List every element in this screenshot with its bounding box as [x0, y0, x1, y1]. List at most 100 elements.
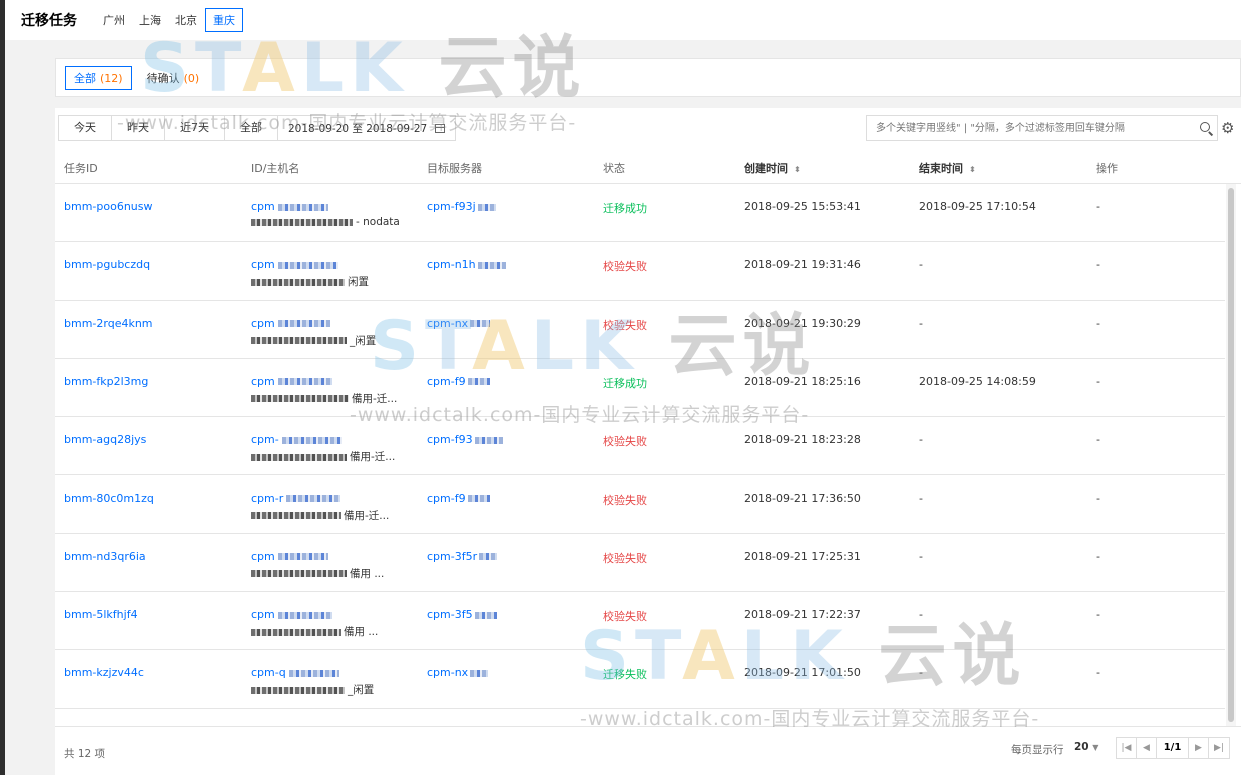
- first-page-icon[interactable]: |◀: [1117, 738, 1137, 758]
- task-id-link[interactable]: bmm-kzjzv44c: [64, 666, 144, 679]
- status-text: 校验失败: [603, 610, 647, 624]
- task-id-link[interactable]: bmm-poo6nusw: [64, 200, 153, 213]
- action-cell: -: [1096, 549, 1100, 563]
- page-title: 迁移任务: [21, 13, 77, 29]
- action-cell: -: [1096, 258, 1100, 272]
- host-name: 備用 ...: [251, 624, 378, 639]
- action-cell: -: [1096, 608, 1100, 622]
- table-scrollbar[interactable]: [1226, 184, 1236, 726]
- host-id-link[interactable]: cpm: [251, 317, 330, 330]
- task-id-link[interactable]: bmm-2rqe4knm: [64, 317, 153, 330]
- host-name: 備用 ...: [251, 566, 384, 581]
- target-server-link[interactable]: cpm-f9: [427, 492, 490, 505]
- redacted-text: [251, 570, 347, 578]
- region-guangzhou[interactable]: 广州: [103, 12, 125, 28]
- redacted-text: [281, 436, 342, 444]
- search-icon[interactable]: [1195, 117, 1217, 139]
- region-chongqing[interactable]: 重庆: [205, 8, 243, 32]
- ended-time: -: [919, 549, 923, 563]
- search-input[interactable]: [867, 117, 1195, 139]
- host-id-link[interactable]: cpm: [251, 550, 328, 563]
- ended-time: 2018-09-25 17:10:54: [919, 200, 1036, 213]
- target-server-link[interactable]: cpm-nx: [427, 317, 491, 330]
- pagination: |◀ ◀ 1/1 ▶ ▶|: [1116, 737, 1230, 759]
- task-id-link[interactable]: bmm-nd3qr6ia: [64, 550, 146, 563]
- tab-pending[interactable]: 待确认 (0): [138, 66, 209, 90]
- redacted-text: [277, 611, 332, 619]
- task-id-link[interactable]: bmm-80c0m1zq: [64, 492, 154, 505]
- redacted-text: [286, 495, 341, 502]
- redacted-text: [251, 395, 349, 403]
- range-yesterday[interactable]: 昨天: [112, 116, 165, 140]
- target-server-link[interactable]: cpm-3f5r: [427, 550, 498, 563]
- status-text: 校验失败: [603, 260, 647, 274]
- host-id-link[interactable]: cpm-r: [251, 492, 341, 505]
- host-id-link[interactable]: cpm-: [251, 433, 342, 446]
- host-id-link[interactable]: cpm: [251, 200, 328, 213]
- prev-page-icon[interactable]: ◀: [1137, 738, 1157, 758]
- calendar-icon: [435, 123, 446, 133]
- task-id-link[interactable]: bmm-5lkfhjf4: [64, 608, 138, 621]
- host-id-link[interactable]: cpm: [251, 608, 332, 621]
- redacted-text: [467, 378, 490, 386]
- sort-icon: ⬍: [794, 165, 801, 174]
- redacted-text: [277, 378, 332, 386]
- task-id-link[interactable]: bmm-agq28jys: [64, 433, 146, 446]
- region-beijing[interactable]: 北京: [175, 12, 197, 28]
- task-id-link[interactable]: bmm-fkp2l3mg: [64, 375, 148, 388]
- redacted-text: [474, 436, 503, 444]
- created-time: 2018-09-21 18:25:16: [744, 374, 861, 388]
- total-count: 共 12 项: [64, 748, 106, 760]
- target-server-link[interactable]: cpm-f93j: [427, 200, 496, 213]
- redacted-text: [479, 553, 498, 561]
- task-id-link[interactable]: bmm-pgubczdq: [64, 258, 150, 271]
- redacted-text: [470, 669, 489, 677]
- date-picker[interactable]: 2018-09-20 至 2018-09-27: [278, 116, 455, 140]
- col-target: 目标服务器: [427, 162, 482, 175]
- table-row: bmm-2rqe4knm cpm _闲置 cpm-nx 校验失败 2018-09-21 1…: [55, 301, 1225, 359]
- created-time: 2018-09-21 17:22:37: [744, 608, 861, 622]
- col-ended-sort[interactable]: 结束时间 ⬍: [919, 160, 976, 176]
- target-server-link[interactable]: cpm-f9: [427, 375, 490, 388]
- host-id-link[interactable]: cpm-q: [251, 666, 339, 679]
- range-all[interactable]: 全部: [225, 116, 278, 140]
- target-server-link[interactable]: cpm-3f5: [427, 608, 497, 621]
- ended-time: -: [919, 608, 923, 622]
- gear-icon[interactable]: ⚙: [1221, 118, 1234, 138]
- ended-time: 2018-09-25 14:08:59: [919, 374, 1036, 388]
- redacted-text: [251, 278, 345, 286]
- table-row: bmm-kzjzv44c cpm-q _闲置 cpm-nx 迁移失败 2018-09-21…: [55, 650, 1225, 709]
- action-cell: -: [1096, 491, 1100, 505]
- target-server-link[interactable]: cpm-n1h: [427, 258, 506, 271]
- next-page-icon[interactable]: ▶: [1189, 738, 1209, 758]
- per-page-select[interactable]: 20 ▼: [1074, 741, 1098, 753]
- tab-pending-count: (0): [183, 71, 200, 85]
- redacted-text: [251, 453, 347, 461]
- range-7days[interactable]: 近7天: [165, 116, 225, 140]
- range-today[interactable]: 今天: [59, 116, 112, 140]
- target-server-link[interactable]: cpm-nx: [427, 666, 489, 679]
- created-time: 2018-09-25 15:53:41: [744, 200, 861, 213]
- host-name: 闲置: [251, 274, 369, 289]
- redacted-text: [474, 611, 497, 619]
- host-id-link[interactable]: cpm: [251, 258, 338, 271]
- tab-all[interactable]: 全部 (12): [65, 65, 132, 90]
- ended-time: -: [919, 316, 923, 330]
- host-id-link[interactable]: cpm: [251, 375, 332, 388]
- scrollbar-thumb[interactable]: [1228, 188, 1234, 722]
- col-created-sort[interactable]: 创建时间 ⬍: [744, 160, 801, 176]
- last-page-icon[interactable]: ▶|: [1209, 738, 1229, 758]
- table-row: bmm-agq28jys cpm- 備用-迁... cpm-f93 校验失败 2018-0…: [55, 417, 1225, 476]
- page-indicator: 1/1: [1157, 738, 1189, 758]
- host-name: 備用-迁...: [251, 449, 395, 464]
- region-shanghai[interactable]: 上海: [139, 12, 161, 28]
- redacted-text: [470, 320, 491, 328]
- target-server-link[interactable]: cpm-f93: [427, 433, 503, 446]
- search-box: [866, 115, 1218, 141]
- created-time: 2018-09-21 19:30:29: [744, 316, 861, 330]
- action-cell: -: [1096, 316, 1100, 330]
- redacted-text: [277, 320, 330, 328]
- col-task-id: 任务ID: [64, 162, 98, 175]
- col-host: ID/主机名: [251, 162, 300, 175]
- action-cell: -: [1096, 433, 1100, 447]
